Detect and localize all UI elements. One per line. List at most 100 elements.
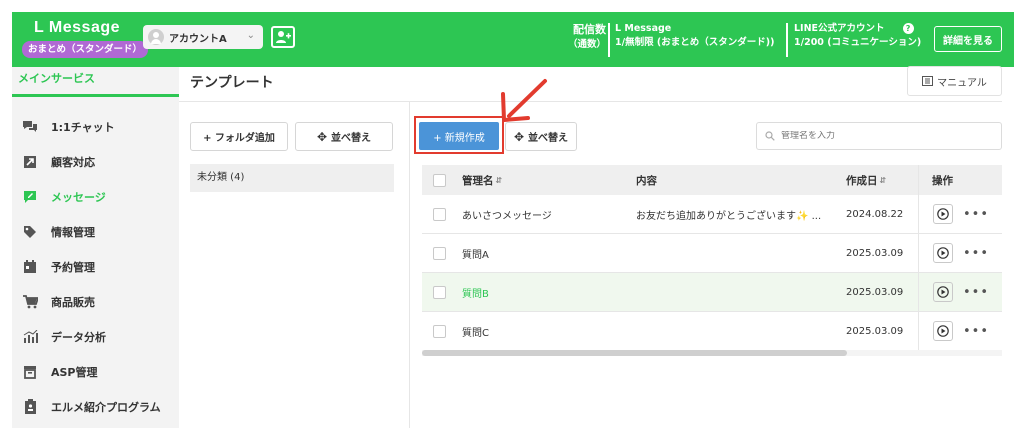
annotation-arrow <box>501 79 547 122</box>
sidebar-section-title: メインサービス <box>12 67 179 97</box>
sidebar-item-message[interactable]: メッセージ <box>12 179 179 214</box>
lmessage-usage: L Message 1/無制限 (おまとめ（スタンダード)) <box>615 22 774 50</box>
table-header: 管理名 ⇵ 内容 作成日 ⇵ 操作 <box>422 165 1002 195</box>
message-edit-icon <box>22 189 38 205</box>
details-button[interactable]: 詳細を見る <box>934 26 1002 52</box>
template-sort-button[interactable]: ✥ 並べ替え <box>505 122 577 151</box>
sidebar-item-info[interactable]: 情報管理 <box>12 214 179 249</box>
column-divider <box>918 195 919 233</box>
row-name[interactable]: あいさつメッセージ <box>462 195 552 233</box>
preview-button[interactable] <box>933 243 953 263</box>
search-box[interactable] <box>756 122 1002 150</box>
delivery-count-label: 配信数 （通数） <box>564 22 606 52</box>
more-options-icon[interactable]: ••• <box>963 246 989 261</box>
sidebar: メインサービス 1:1チャット 顧客対応 メッセージ 情報管理 予約管理 商品販… <box>12 67 179 428</box>
table-row[interactable]: あいさつメッセージ お友だち追加ありがとうございます✨ ... 2024.08.… <box>422 195 1002 234</box>
move-arrows-icon: ✥ <box>513 129 525 144</box>
table-row[interactable]: 質問B 2025.03.09 ••• <box>422 273 1002 312</box>
manual-button[interactable]: マニュアル <box>907 66 1002 96</box>
asp-box-icon <box>22 364 38 380</box>
more-options-icon[interactable]: ••• <box>963 324 989 339</box>
table-row[interactable]: 質問A 2025.03.09 ••• <box>422 234 1002 273</box>
account-selector[interactable]: アカウントA ⌄ <box>143 25 263 49</box>
folder-sort-label: 並べ替え <box>331 133 372 144</box>
clipboard-icon <box>22 399 38 415</box>
line-value: 1/200 (コミュニケーション) <box>794 36 922 48</box>
preview-button[interactable] <box>933 204 953 224</box>
sidebar-item-sales[interactable]: 商品販売 <box>12 284 179 319</box>
customer-arrow-icon <box>22 154 38 170</box>
preview-button[interactable] <box>933 282 953 302</box>
sidebar-item-label: 予約管理 <box>51 260 95 274</box>
header-name[interactable]: 管理名 ⇵ <box>462 165 502 195</box>
sidebar-item-label: エルメ紹介プログラム <box>51 400 161 414</box>
folder-item-uncategorized[interactable]: 未分類 (4) <box>190 164 394 192</box>
row-date: 2025.03.09 <box>846 247 904 259</box>
search-input[interactable] <box>781 131 981 141</box>
page-title: テンプレート <box>190 75 274 91</box>
row-name[interactable]: 質問B <box>462 273 489 311</box>
search-icon <box>765 131 775 141</box>
sidebar-item-label: メッセージ <box>51 190 106 204</box>
play-icon <box>937 325 949 337</box>
calendar-icon <box>22 259 38 275</box>
header-name-label: 管理名 <box>462 174 494 187</box>
manual-button-label: マニュアル <box>937 77 987 89</box>
sidebar-item-customer[interactable]: 顧客対応 <box>12 144 179 179</box>
row-name[interactable]: 質問C <box>462 312 489 350</box>
row-checkbox[interactable] <box>433 207 446 221</box>
tag-icon <box>22 224 38 240</box>
header-content: 内容 <box>636 174 657 187</box>
scrollbar-thumb[interactable] <box>422 350 847 356</box>
more-options-icon[interactable]: ••• <box>963 207 989 222</box>
chat-bubbles-icon <box>22 119 38 135</box>
lmessage-label: L Message <box>615 23 672 34</box>
delivery-sub: （通数） <box>567 38 606 50</box>
account-name: アカウントA <box>169 33 227 45</box>
template-sort-label: 並べ替え <box>528 133 569 144</box>
header-ops: 操作 <box>932 174 953 187</box>
table-row[interactable]: 質問C 2025.03.09 ••• <box>422 312 1002 351</box>
row-date: 2024.08.22 <box>846 208 904 220</box>
sidebar-item-chat[interactable]: 1:1チャット <box>12 109 179 144</box>
play-icon <box>937 208 949 220</box>
brand-logo: L Message <box>34 19 121 36</box>
row-content: お友だち追加ありがとうございます✨ ... <box>636 210 822 222</box>
cart-icon <box>22 294 38 310</box>
sidebar-item-reservation[interactable]: 予約管理 <box>12 249 179 284</box>
sort-icon: ⇵ <box>879 175 887 185</box>
header-divider <box>786 23 788 57</box>
chevron-down-icon: ⌄ <box>246 30 255 41</box>
sidebar-item-asp[interactable]: ASP管理 <box>12 354 179 389</box>
row-checkbox[interactable] <box>433 246 446 260</box>
create-new-button[interactable]: + 新規作成 <box>419 122 499 150</box>
row-checkbox[interactable] <box>433 324 446 338</box>
help-icon[interactable]: ? <box>902 23 914 34</box>
play-icon <box>937 286 949 298</box>
sidebar-item-referral[interactable]: エルメ紹介プログラム <box>12 389 179 424</box>
select-all-checkbox[interactable] <box>433 173 446 187</box>
header-date[interactable]: 作成日 ⇵ <box>846 165 886 195</box>
row-name[interactable]: 質問A <box>462 234 489 272</box>
add-user-button[interactable] <box>271 26 295 48</box>
bar-chart-icon <box>22 329 38 345</box>
row-date: 2025.03.09 <box>846 325 904 337</box>
lmessage-value: 1/無制限 (おまとめ（スタンダード)) <box>615 36 775 48</box>
line-usage: LINE公式アカウント? 1/200 (コミュニケーション) <box>794 22 921 50</box>
plan-badge: おまとめ（スタンダード） <box>22 41 149 58</box>
sidebar-item-label: 1:1チャット <box>51 120 115 134</box>
title-divider <box>179 101 1002 102</box>
move-arrows-icon: ✥ <box>316 129 328 144</box>
top-header: L Message おまとめ（スタンダード） アカウントA ⌄ 配信数 （通数）… <box>12 12 1014 67</box>
avatar-icon <box>148 29 164 45</box>
folder-sort-button[interactable]: ✥ 並べ替え <box>295 122 393 151</box>
play-icon <box>937 247 949 259</box>
panel-divider <box>409 102 410 428</box>
column-divider <box>918 312 919 350</box>
preview-button[interactable] <box>933 321 953 341</box>
row-date: 2025.03.09 <box>846 286 904 298</box>
sidebar-item-analytics[interactable]: データ分析 <box>12 319 179 354</box>
row-checkbox[interactable] <box>433 285 446 299</box>
add-folder-button[interactable]: + フォルダ追加 <box>190 122 288 151</box>
more-options-icon[interactable]: ••• <box>963 285 989 300</box>
